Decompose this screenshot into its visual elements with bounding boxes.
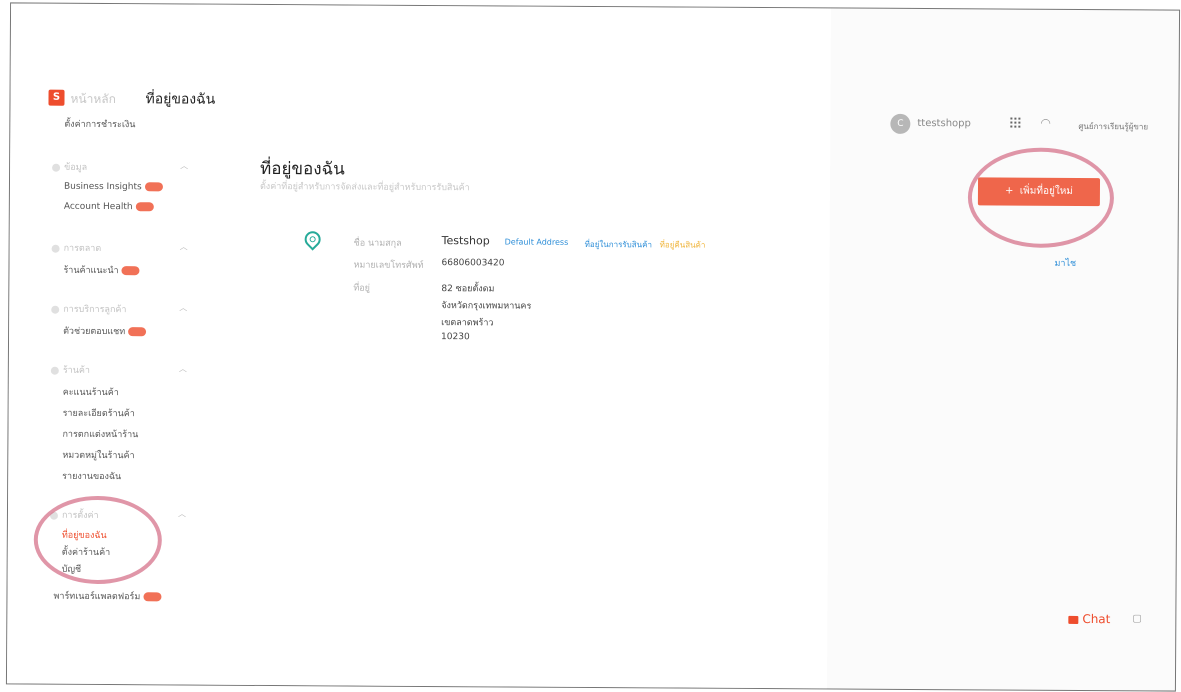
shopee-logo[interactable]: S	[48, 89, 65, 106]
chevron-up-icon[interactable]: ︿	[178, 508, 186, 519]
new-badge	[135, 202, 154, 212]
sidebar-item-platform-partner[interactable]: พาร์ทเนอร์แพลตฟอร์ม	[53, 589, 162, 604]
sidebar-item-shop-categories[interactable]: หมวดหมู่ในร้านค้า	[62, 448, 134, 462]
new-badge	[121, 266, 140, 276]
new-badge	[128, 327, 147, 337]
sidebar-item-chat-assistant[interactable]: ตัวช่วยตอบแชท	[63, 324, 147, 339]
name-label: ชื่อ นามสกุล	[353, 238, 402, 249]
sidebar-item-recommended-shop[interactable]: ร้านค้าแนะนำ	[63, 263, 140, 277]
breadcrumb-current: ที่อยู่ของฉัน	[145, 91, 216, 108]
sidebar-item-account-health[interactable]: Account Health	[64, 202, 154, 213]
shop-icon	[50, 366, 59, 375]
sidebar-item-shop-profile[interactable]: รายละเอียดร้านค้า	[63, 406, 135, 420]
sidebar-section-customer-service[interactable]: การบริการลูกค้า	[51, 302, 127, 316]
address-line-3: เขตลาดพร้าว	[441, 318, 494, 329]
bell-icon[interactable]: ◠	[1040, 116, 1051, 130]
phone-label: หมายเลขโทรศัพท์	[353, 260, 424, 271]
chat-icon	[1068, 615, 1079, 624]
annotation-circle-add-button	[967, 147, 1115, 249]
page-subtitle: ตั้งค่าที่อยู่สำหรับการจัดส่งและที่อยู่ส…	[259, 181, 470, 194]
screenshot-frame: S หน้าหลัก ที่อยู่ของฉัน ตั้งค่าการชำระเ…	[5, 2, 1181, 692]
address-line-1: 82 ซอยตั้งดม	[441, 284, 495, 295]
new-badge	[144, 182, 163, 192]
sidebar-item-shop-decoration[interactable]: การตกแต่งหน้าร้าน	[62, 427, 138, 441]
chevron-up-icon[interactable]: ︿	[180, 241, 188, 252]
username[interactable]: ttestshopp	[917, 118, 971, 129]
avatar[interactable]: C	[890, 113, 911, 134]
sidebar: ตั้งค่าการชำระเงิน ข้อมูล ︿ Business Ins…	[11, 3, 1179, 602]
chat-button[interactable]: Chat	[1068, 612, 1110, 626]
chevron-up-icon[interactable]: ︿	[179, 302, 187, 313]
help-link[interactable]: มาไช	[1054, 256, 1076, 270]
data-icon	[52, 163, 61, 172]
sidebar-section-marketing[interactable]: การตลาด	[51, 241, 102, 255]
address-name: Testshop	[441, 234, 490, 248]
chevron-up-icon[interactable]: ︿	[179, 363, 187, 374]
annotation-circle-settings	[33, 495, 163, 585]
sidebar-section-shop[interactable]: ร้านค้า	[50, 363, 90, 377]
return-address-tag: ที่อยู่คืนสินค้า	[659, 240, 706, 250]
apps-grid-icon[interactable]	[1010, 117, 1021, 128]
address-line-4: 10230	[441, 332, 470, 343]
sidebar-item-payment-settings[interactable]: ตั้งค่าการชำระเงิน	[64, 117, 135, 131]
location-pin-icon	[301, 227, 324, 251]
sidebar-item-my-reports[interactable]: รายงานของฉัน	[62, 469, 121, 483]
chevron-up-icon[interactable]: ︿	[180, 160, 188, 171]
breadcrumb-home[interactable]: หน้าหลัก	[70, 90, 116, 109]
new-badge	[143, 592, 162, 602]
seller-center-link[interactable]: ศูนย์การเรียนรู้ผู้ขาย	[1078, 120, 1148, 133]
collapse-chat-icon[interactable]: ▢	[1132, 613, 1142, 624]
marketing-icon	[51, 244, 60, 253]
pickup-address-tag: ที่อยู่ในการรับสินค้า	[584, 239, 652, 250]
default-address-tag: Default Address	[504, 237, 569, 247]
sidebar-item-shop-rating[interactable]: คะแนนร้านค้า	[63, 385, 119, 399]
phone-value: 66806003420	[441, 258, 505, 269]
sidebar-item-business-insights[interactable]: Business Insights	[64, 182, 163, 193]
customer-service-icon	[51, 305, 60, 314]
address-label: ที่อยู่	[353, 283, 371, 294]
address-line-2: จังหวัดกรุงเทพมหานคร	[441, 301, 532, 312]
sidebar-section-data[interactable]: ข้อมูล	[52, 160, 87, 174]
